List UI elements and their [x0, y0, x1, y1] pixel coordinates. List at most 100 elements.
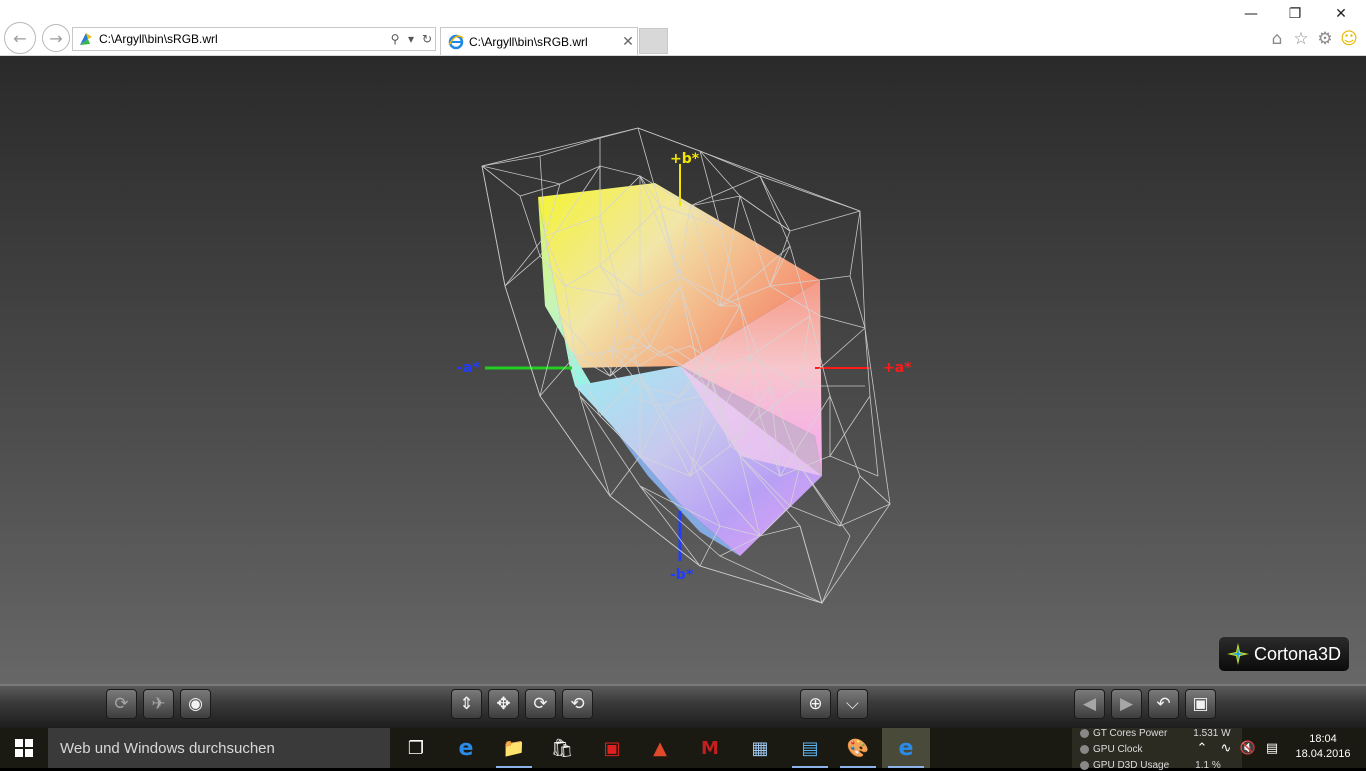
volume-button[interactable]: 🔇 — [1238, 738, 1258, 758]
tab-title: C:\Argyll\bin\sRGB.wrl — [469, 34, 588, 49]
smiley-icon: ☺ — [1340, 29, 1358, 49]
fly-icon: ✈ — [151, 694, 166, 714]
goto-button[interactable]: ⊕ — [800, 689, 831, 719]
study-eye-icon: ◉ — [188, 694, 203, 714]
restore-icon: ↶ — [1156, 694, 1171, 714]
align-button[interactable]: ⌵ — [837, 689, 868, 719]
clock-time: 18:04 — [1309, 733, 1337, 745]
tab-srgb-wrl[interactable]: C:\Argyll\bin\sRGB.wrl ✕ — [440, 27, 638, 55]
close-tab-icon[interactable]: ✕ — [619, 34, 637, 50]
vrml-file-icon — [77, 30, 95, 48]
fit-button[interactable]: ▣ — [1185, 689, 1216, 719]
mcafee-button[interactable]: M — [686, 728, 734, 768]
folder-icon: 📁 — [502, 737, 526, 759]
turn-icon: ⟳ — [533, 694, 548, 714]
chevron-up-icon: ⌃ — [1196, 740, 1208, 756]
home-button[interactable]: ⌂ — [1266, 28, 1288, 50]
fly-button[interactable]: ✈ — [143, 689, 174, 719]
feedback-button[interactable]: ☺ — [1338, 28, 1360, 50]
close-icon: ✕ — [1335, 6, 1347, 22]
refresh-icon[interactable]: ↻ — [419, 29, 435, 49]
taskbar-search-box[interactable]: Web und Windows durchsuchen — [48, 728, 390, 768]
new-tab-button[interactable] — [639, 28, 668, 54]
address-url[interactable]: C:\Argyll\bin\sRGB.wrl — [99, 32, 387, 46]
walk-button[interactable]: ⟳ — [106, 689, 137, 719]
cortona3d-logo[interactable]: Cortona3D — [1218, 636, 1350, 672]
hwinfo-button[interactable]: ▤ — [786, 728, 834, 768]
hw-label: GPU Clock — [1093, 743, 1143, 755]
axis-label-b-minus: -b* — [670, 567, 694, 583]
minimize-button[interactable]: — — [1236, 4, 1266, 24]
store-bag-icon: 🛍 — [550, 737, 574, 759]
close-window-button[interactable]: ✕ — [1326, 4, 1356, 24]
fit-icon: ▣ — [1192, 694, 1209, 714]
tools-button[interactable]: ⚙ — [1314, 28, 1336, 50]
file-explorer-button[interactable]: 📁 — [490, 728, 538, 768]
dropdown-arrow-icon[interactable]: ▾ — [403, 29, 419, 49]
previous-viewpoint-button[interactable]: ◀ — [1074, 689, 1105, 719]
windows-logo-icon — [15, 739, 33, 757]
restore-icon: ❐ — [1288, 6, 1302, 22]
hw-row: GPU Clock — [1080, 743, 1168, 755]
browser-chrome: ← → C:\Argyll\bin\sRGB.wrl ⚲ ▾ ↻ C:\Argy… — [0, 0, 1366, 56]
internet-explorer-button[interactable]: e — [882, 728, 930, 768]
search-placeholder: Web und Windows durchsuchen — [60, 739, 275, 757]
arrow-left-icon: ← — [13, 28, 27, 48]
reader-button[interactable]: ▣ — [588, 728, 636, 768]
red-app-button[interactable]: ▲ — [636, 728, 684, 768]
mcafee-shield-icon: M — [701, 737, 719, 759]
axis-label-b-plus: +b* — [670, 151, 700, 167]
vrml-viewer-canvas[interactable]: +b* -b* -a* +a* Cortona3D — [0, 56, 1366, 684]
star-icon: ☆ — [1293, 29, 1309, 49]
ie-icon: e — [898, 735, 914, 761]
plan-button[interactable]: ⇕ — [451, 689, 482, 719]
taskbar-clock[interactable]: 18:04 18.04.2016 — [1288, 732, 1358, 762]
edge-button[interactable]: e — [442, 728, 490, 768]
restore-view-button[interactable]: ↶ — [1148, 689, 1179, 719]
walk-icon: ⟳ — [114, 694, 129, 714]
forward-button[interactable]: → — [42, 24, 70, 52]
favorites-button[interactable]: ☆ — [1290, 28, 1312, 50]
pan-button[interactable]: ✥ — [488, 689, 519, 719]
paint-button[interactable]: 🎨 — [834, 728, 882, 768]
next-viewpoint-button[interactable]: ▶ — [1111, 689, 1142, 719]
show-hidden-icons-button[interactable]: ⌃ — [1192, 738, 1212, 758]
previous-viewpoint-icon: ◀ — [1082, 694, 1097, 714]
sensor-dot-icon — [1080, 728, 1089, 738]
search-icon[interactable]: ⚲ — [387, 29, 403, 49]
book-icon: ▣ — [603, 737, 621, 759]
align-icon: ⌵ — [846, 694, 859, 714]
axis-label-a-minus: -a* — [457, 360, 480, 376]
restore-button[interactable]: ❐ — [1280, 4, 1310, 24]
back-button[interactable]: ← — [4, 22, 36, 54]
minimize-icon: — — [1244, 6, 1258, 22]
ie-icon — [447, 33, 465, 51]
home-icon: ⌂ — [1271, 29, 1283, 49]
turn-button[interactable]: ⟳ — [525, 689, 556, 719]
goto-target-icon: ⊕ — [808, 694, 823, 714]
study-button[interactable]: ◉ — [180, 689, 211, 719]
speaker-muted-icon: 🔇 — [1239, 740, 1257, 756]
task-view-icon: ❐ — [407, 737, 425, 759]
next-viewpoint-icon: ▶ — [1119, 694, 1134, 714]
hw-label: GT Cores Power — [1093, 727, 1168, 739]
start-button[interactable] — [0, 728, 48, 768]
pan-arrows-icon: ✥ — [496, 694, 511, 714]
store-button[interactable]: 🛍 — [538, 728, 586, 768]
clock-date: 18.04.2016 — [1295, 748, 1351, 760]
logo-text: Cortona3D — [1254, 643, 1342, 664]
action-center-button[interactable]: ▤ — [1262, 738, 1282, 758]
network-button[interactable]: ∿ — [1216, 738, 1236, 758]
notification-icon: ▤ — [1265, 740, 1279, 756]
palette-icon: 🎨 — [846, 737, 870, 759]
image-viewer-button[interactable]: ▦ — [736, 728, 784, 768]
windows-taskbar: Web und Windows durchsuchen ❐ e 📁 🛍 ▣ ▲ … — [0, 727, 1366, 771]
edge-icon: e — [458, 735, 474, 761]
arrow-right-icon: → — [49, 28, 63, 48]
axis-label-a-plus: +a* — [883, 360, 912, 376]
task-view-button[interactable]: ❐ — [392, 728, 440, 768]
cortona-navigation-toolbar: ⟳ ✈ ◉ ⇕ ✥ ⟳ ⟲ ⊕ ⌵ ◀ ▶ ↶ ▣ — [0, 684, 1366, 728]
address-bar[interactable]: C:\Argyll\bin\sRGB.wrl ⚲ ▾ ↻ — [72, 27, 436, 51]
roll-button[interactable]: ⟲ — [562, 689, 593, 719]
sensor-dot-icon — [1080, 760, 1089, 770]
